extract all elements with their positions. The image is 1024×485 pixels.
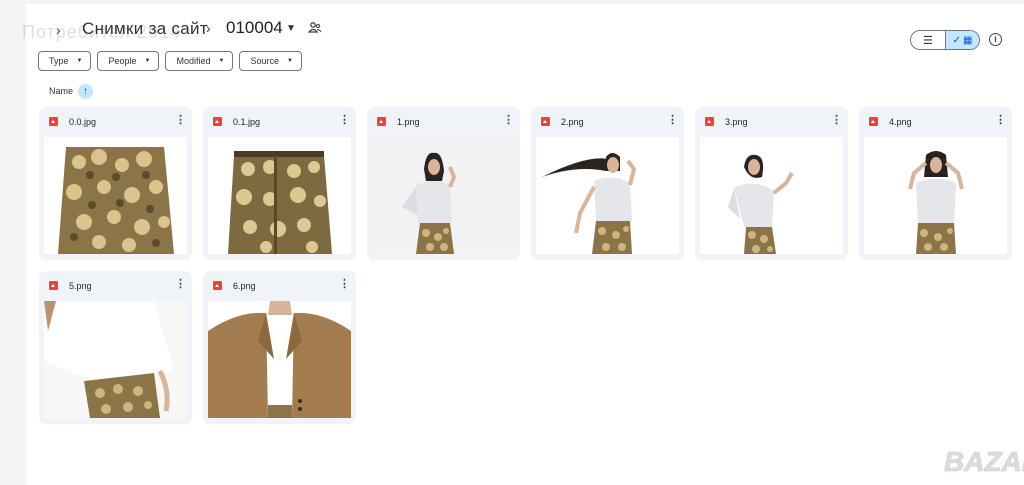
bazar-logo: BAZAR [944,446,1024,478]
filter-bar: Type ▼ People ▼ Modified ▼ Source ▼ [38,51,302,71]
file-card-header: 5.png ⋮ [39,271,192,301]
file-name: 6.png [233,281,256,291]
file-thumbnail [44,301,187,418]
more-options-icon[interactable]: ⋮ [339,279,350,290]
list-view-button[interactable]: ☰ [911,31,945,49]
image-file-icon [49,281,58,290]
file-name: 1.png [397,117,420,127]
shared-folder-icon[interactable] [308,21,322,35]
file-card-header: 4.png ⋮ [859,107,1012,137]
file-card-header: 0.1.jpg ⋮ [203,107,356,137]
file-name: 3.png [725,117,748,127]
more-options-icon[interactable]: ⋮ [831,115,842,126]
chevron-down-icon: ▼ [144,58,151,64]
svg-text:BAZAR: BAZAR [944,446,1024,477]
breadcrumb-root[interactable]: Снимки за сайт [82,19,208,39]
file-thumbnail [864,137,1007,254]
chip-label: Source [250,56,279,66]
image-file-icon [869,117,878,126]
file-thumbnail [208,301,351,418]
grid-view-button[interactable]: ✓ ▦ [944,31,979,49]
more-options-icon[interactable]: ⋮ [175,115,186,126]
filter-source-chip[interactable]: Source ▼ [239,51,302,71]
shirt-and-skirt-closeup-thumbnail [44,301,187,418]
chevron-down-icon: ▼ [218,58,225,64]
file-thumbnail [700,137,843,254]
file-card[interactable]: 0.0.jpg ⋮ [39,107,192,260]
image-file-icon [213,281,222,290]
image-file-icon [541,117,550,126]
view-toggle: ☰ ✓ ▦ [910,30,980,50]
image-file-icon [49,117,58,126]
file-thumbnail [44,137,187,254]
file-card-header: 2.png ⋮ [531,107,684,137]
sort-control[interactable]: Name ↑ [49,83,94,99]
chevron-down-icon: ▼ [286,58,293,64]
camel-blazer-thumbnail [208,301,351,418]
woman-dancing-thumbnail [700,137,843,254]
check-icon: ✓ [952,34,961,46]
file-thumbnail [372,137,515,254]
file-card[interactable]: 0.1.jpg ⋮ [203,107,356,260]
chip-label: Type [49,56,69,66]
woman-hair-flying-thumbnail [536,137,679,254]
more-options-icon[interactable]: ⋮ [175,279,186,290]
file-name: 4.png [889,117,912,127]
woman-hand-on-hip-thumbnail [372,137,515,254]
file-card-header: 1.png ⋮ [367,107,520,137]
file-card[interactable]: 3.png ⋮ [695,107,848,260]
image-file-icon [377,117,386,126]
file-card-header: 0.0.jpg ⋮ [39,107,192,137]
filter-people-chip[interactable]: People ▼ [97,51,160,71]
chip-label: People [108,56,137,66]
sort-ascending-arrow-icon[interactable]: ↑ [78,83,94,99]
file-card-header: 3.png ⋮ [695,107,848,137]
file-thumbnail [208,137,351,254]
sequin-skirt-thumbnail [44,137,187,254]
folder-menu-caret-icon[interactable]: ▼ [286,23,296,34]
filter-type-chip[interactable]: Type ▼ [38,51,92,71]
info-icon[interactable]: i [989,33,1002,46]
chip-label: Modified [176,56,211,66]
sequin-skirt-back-thumbnail [208,137,351,254]
file-thumbnail [536,137,679,254]
file-name: 0.1.jpg [233,117,261,127]
woman-hands-on-head-thumbnail [864,137,1007,254]
image-file-icon [705,117,714,126]
filter-modified-chip[interactable]: Modified ▼ [165,51,234,71]
chevron-down-icon: ▼ [76,58,83,64]
more-options-icon[interactable]: ⋮ [667,115,678,126]
grid-icon: ▦ [962,34,973,46]
drive-page: Потребител 2914 › Снимки за сайт › 01000… [22,4,1024,485]
more-options-icon[interactable]: ⋮ [995,115,1006,126]
file-name: 5.png [69,281,92,291]
breadcrumb-separator-icon: › [206,20,211,36]
file-card-header: 6.png ⋮ [203,271,356,301]
breadcrumb-back-chevron-icon[interactable]: › [56,22,61,38]
file-card[interactable]: 1.png ⋮ [367,107,520,260]
file-card[interactable]: 2.png ⋮ [531,107,684,260]
breadcrumb-current-folder[interactable]: 010004 [226,18,283,38]
sort-label: Name [49,86,74,96]
image-file-icon [213,117,222,126]
file-card[interactable]: 4.png ⋮ [859,107,1012,260]
header: Потребител 2914 › Снимки за сайт › 01000… [22,16,1024,50]
file-card[interactable]: 5.png ⋮ [39,271,192,424]
list-icon: ☰ [923,34,933,47]
more-options-icon[interactable]: ⋮ [503,115,514,126]
file-name: 0.0.jpg [69,117,97,127]
more-options-icon[interactable]: ⋮ [339,115,350,126]
file-name: 2.png [561,117,584,127]
file-card[interactable]: 6.png ⋮ [203,271,356,424]
